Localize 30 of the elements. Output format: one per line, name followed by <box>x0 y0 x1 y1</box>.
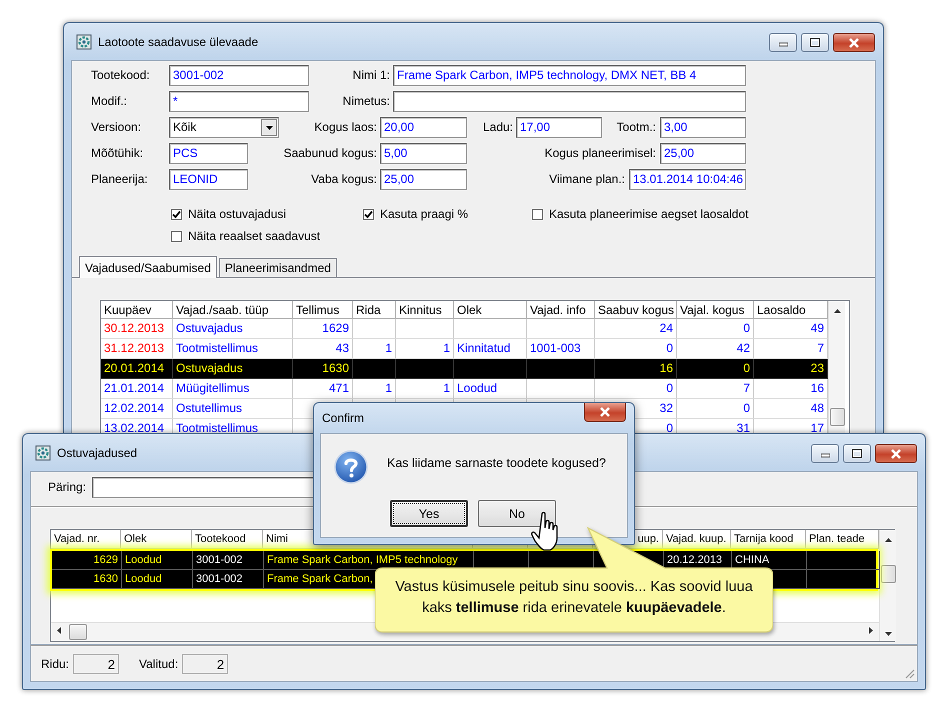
field-label: Ladu: <box>482 119 513 136</box>
dialog-title: Confirm <box>322 411 364 425</box>
field-label: Planeerija: <box>91 171 149 188</box>
field-label: Kogus laos: <box>313 119 377 136</box>
table-cell: 1630 <box>52 570 122 589</box>
window-title: Ostuvajadused <box>57 446 138 460</box>
field-label: Kogus planeerimisel: <box>544 145 656 162</box>
field-label: Tootekood: <box>91 67 151 84</box>
field-label: Modif.: <box>91 93 128 110</box>
checkbox-label: Kasuta planeerimise aegset laosaldot <box>549 207 748 221</box>
dialog-message: Kas liidame sarnaste toodete kogused? <box>387 456 606 470</box>
status-label: Valitud: <box>139 656 178 670</box>
field-label: Nimi 1: <box>352 67 390 84</box>
window-title: Laotoote saadavuse ülevaade <box>98 34 258 48</box>
field-label: Nimetus: <box>342 93 390 110</box>
status-value: 2 <box>73 654 120 674</box>
table-cell: Loodud <box>122 570 193 589</box>
checkbox-label: Näita reaalset saadavust <box>188 229 320 243</box>
status-label: Ridu: <box>41 656 70 670</box>
field-label: Päring: <box>48 480 86 494</box>
table-cell: 3001-002 <box>193 570 264 589</box>
field-label: Saabunud kogus: <box>282 145 377 162</box>
field-label: Tootm.: <box>616 119 656 136</box>
checkbox-label: Näita ostuvajadusi <box>188 207 286 221</box>
field-label: Viimane plan.: <box>548 171 625 188</box>
status-value: 2 <box>182 654 228 674</box>
checkbox-label: Kasuta praagi % <box>380 207 468 221</box>
field-label: Vaba kogus: <box>310 171 377 188</box>
field-label: Versioon: <box>91 119 142 136</box>
field-label: Mõõtühik: <box>91 145 144 162</box>
